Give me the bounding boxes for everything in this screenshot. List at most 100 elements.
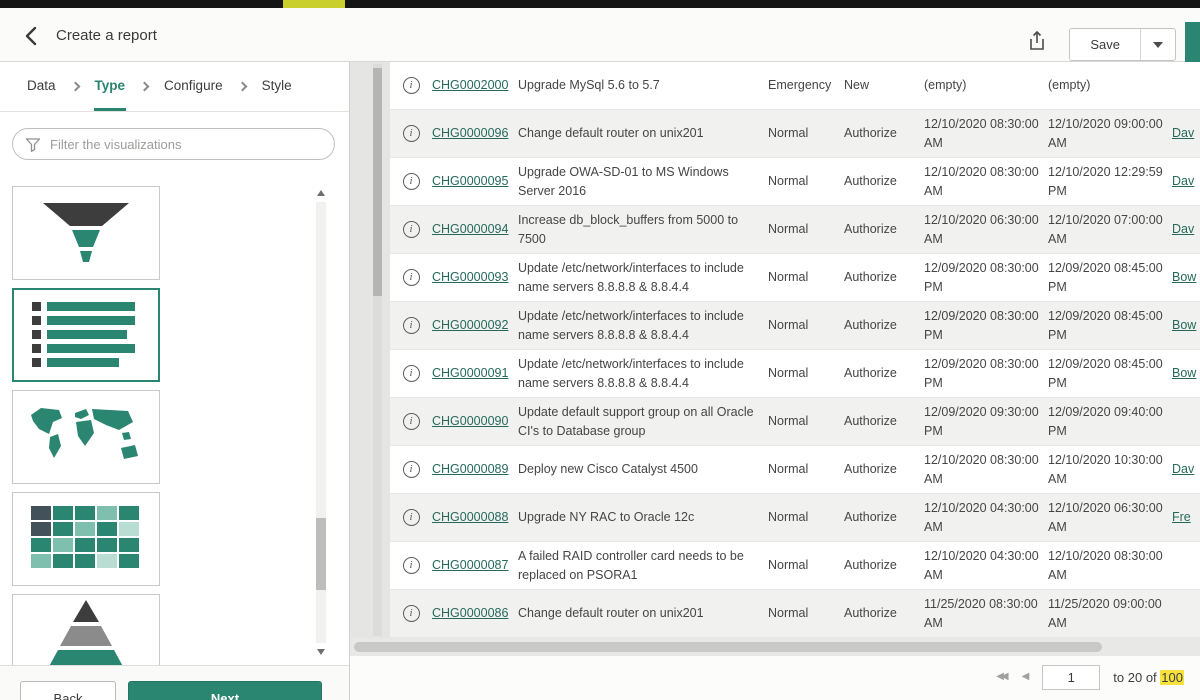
top-accent-bar bbox=[0, 0, 1200, 8]
pagination-bar: ◀◀ ◀ to 20 of 100 bbox=[350, 656, 1200, 700]
share-button[interactable] bbox=[1024, 28, 1050, 54]
priority-value: Normal bbox=[768, 220, 844, 238]
table-horizontal-scrollbar[interactable] bbox=[350, 638, 1200, 656]
wizard-next-button[interactable]: Next bbox=[128, 681, 322, 700]
table-horizontal-scrollbar-thumb[interactable] bbox=[354, 642, 1102, 652]
assignee-link[interactable]: Dav bbox=[1172, 174, 1194, 188]
planned-end-date: 12/10/2020 08:30:00 AM bbox=[1048, 547, 1172, 583]
short-description: A failed RAID controller card needs to b… bbox=[518, 547, 768, 583]
info-icon[interactable] bbox=[403, 413, 420, 430]
scrollbar-track[interactable] bbox=[316, 202, 326, 643]
viz-option-heatmap[interactable] bbox=[12, 492, 160, 586]
step-style[interactable]: Style bbox=[261, 62, 293, 111]
filter-visualizations-input[interactable] bbox=[50, 137, 322, 152]
scroll-down-icon[interactable] bbox=[316, 647, 326, 657]
visualization-scrollbar[interactable] bbox=[315, 188, 327, 657]
state-value: Authorize bbox=[844, 172, 924, 190]
info-icon[interactable] bbox=[403, 509, 420, 526]
assignee-link[interactable]: Bow bbox=[1172, 270, 1196, 284]
page-number-input[interactable] bbox=[1042, 665, 1100, 690]
planned-start-date: 11/25/2020 08:30:00 AM bbox=[924, 595, 1048, 631]
info-icon[interactable] bbox=[403, 557, 420, 574]
info-icon[interactable] bbox=[403, 125, 420, 142]
panel-footer: Back Next bbox=[0, 665, 349, 700]
planned-end-date: 12/10/2020 09:00:00 AM bbox=[1048, 115, 1172, 151]
info-icon[interactable] bbox=[403, 365, 420, 382]
first-page-icon[interactable]: ◀◀ bbox=[996, 665, 1008, 682]
previous-page-icon[interactable]: ◀ bbox=[1022, 665, 1030, 682]
table-row: CHG0000088 Upgrade NY RAC to Oracle 12c … bbox=[390, 494, 1200, 542]
change-number-link[interactable]: CHG0000092 bbox=[432, 318, 508, 332]
assignee-link[interactable]: Fre bbox=[1172, 510, 1191, 524]
state-value: Authorize bbox=[844, 220, 924, 238]
planned-start-date: 12/09/2020 09:30:00 PM bbox=[924, 403, 1048, 439]
change-number-link[interactable]: CHG0000091 bbox=[432, 366, 508, 380]
info-icon[interactable] bbox=[403, 317, 420, 334]
priority-value: Normal bbox=[768, 364, 844, 382]
state-value: Authorize bbox=[844, 412, 924, 430]
step-type[interactable]: Type bbox=[94, 62, 127, 111]
short-description: Upgrade NY RAC to Oracle 12c bbox=[518, 508, 768, 526]
change-number-link[interactable]: CHG0000094 bbox=[432, 222, 508, 236]
state-value: Authorize bbox=[844, 364, 924, 382]
table-row: CHG0000093 Update /etc/network/interface… bbox=[390, 254, 1200, 302]
back-button[interactable] bbox=[16, 21, 46, 51]
info-icon[interactable] bbox=[403, 269, 420, 286]
wizard-back-button[interactable]: Back bbox=[20, 681, 116, 700]
assignee-link[interactable]: Dav bbox=[1172, 462, 1194, 476]
save-dropdown-button[interactable] bbox=[1141, 29, 1175, 60]
info-icon[interactable] bbox=[403, 461, 420, 478]
planned-end-date: 12/09/2020 08:45:00 PM bbox=[1048, 259, 1172, 295]
short-description: Upgrade OWA-SD-01 to MS Windows Server 2… bbox=[518, 163, 768, 199]
change-number-link[interactable]: CHG0000095 bbox=[432, 174, 508, 188]
save-split-button: Save bbox=[1069, 28, 1176, 61]
viz-option-pyramid[interactable] bbox=[12, 594, 160, 665]
step-data[interactable]: Data bbox=[26, 62, 57, 111]
planned-end-date: 12/10/2020 10:30:00 AM bbox=[1048, 451, 1172, 487]
viz-option-funnel[interactable] bbox=[12, 186, 160, 280]
short-description: Change default router on unix201 bbox=[518, 604, 768, 622]
change-number-link[interactable]: CHG0000090 bbox=[432, 414, 508, 428]
assignee-link[interactable]: Bow bbox=[1172, 318, 1196, 332]
change-number-link[interactable]: CHG0000087 bbox=[432, 558, 508, 572]
state-value: Authorize bbox=[844, 316, 924, 334]
assignee-link[interactable]: Dav bbox=[1172, 126, 1194, 140]
state-value: New bbox=[844, 76, 924, 94]
info-icon[interactable] bbox=[403, 221, 420, 238]
planned-start-date: 12/10/2020 04:30:00 AM bbox=[924, 547, 1048, 583]
table-vertical-scrollbar-thumb[interactable] bbox=[373, 68, 382, 296]
viz-option-list[interactable] bbox=[12, 288, 160, 382]
change-number-link[interactable]: CHG0000089 bbox=[432, 462, 508, 476]
info-icon[interactable] bbox=[403, 173, 420, 190]
viz-option-world-map[interactable] bbox=[12, 390, 160, 484]
table-row: CHG0000096 Change default router on unix… bbox=[390, 110, 1200, 158]
chevron-left-icon bbox=[22, 25, 40, 47]
assignee-link[interactable]: Dav bbox=[1172, 222, 1194, 236]
change-number-link[interactable]: CHG0000086 bbox=[432, 606, 508, 620]
info-icon[interactable] bbox=[403, 605, 420, 622]
report-type-panel: Data Type Configure Style bbox=[0, 62, 350, 700]
state-value: Authorize bbox=[844, 460, 924, 478]
planned-end-date: 12/09/2020 09:40:00 PM bbox=[1048, 403, 1172, 439]
planned-start-date: 12/09/2020 08:30:00 PM bbox=[924, 307, 1048, 343]
short-description: Deploy new Cisco Catalyst 4500 bbox=[518, 460, 768, 478]
priority-value: Normal bbox=[768, 172, 844, 190]
info-icon[interactable] bbox=[403, 77, 420, 94]
change-number-link[interactable]: CHG0000096 bbox=[432, 126, 508, 140]
top-accent-yellow-segment bbox=[283, 0, 345, 8]
change-number-link[interactable]: CHG0002000 bbox=[432, 78, 508, 92]
short-description: Upgrade MySql 5.6 to 5.7 bbox=[518, 76, 768, 94]
table-row: CHG0000090 Update default support group … bbox=[390, 398, 1200, 446]
assignee-link[interactable]: Bow bbox=[1172, 366, 1196, 380]
change-number-link[interactable]: CHG0000088 bbox=[432, 510, 508, 524]
change-number-link[interactable]: CHG0000093 bbox=[432, 270, 508, 284]
save-button[interactable]: Save bbox=[1070, 29, 1140, 60]
step-configure[interactable]: Configure bbox=[163, 62, 224, 111]
scroll-up-icon[interactable] bbox=[316, 188, 326, 198]
planned-end-date: 12/10/2020 07:00:00 AM bbox=[1048, 211, 1172, 247]
planned-end-date: 12/09/2020 08:45:00 PM bbox=[1048, 307, 1172, 343]
visualization-filter bbox=[12, 128, 335, 160]
table-vertical-scrollbar[interactable] bbox=[373, 64, 382, 636]
scrollbar-thumb[interactable] bbox=[316, 518, 326, 590]
planned-end-date: 12/09/2020 08:45:00 PM bbox=[1048, 355, 1172, 391]
